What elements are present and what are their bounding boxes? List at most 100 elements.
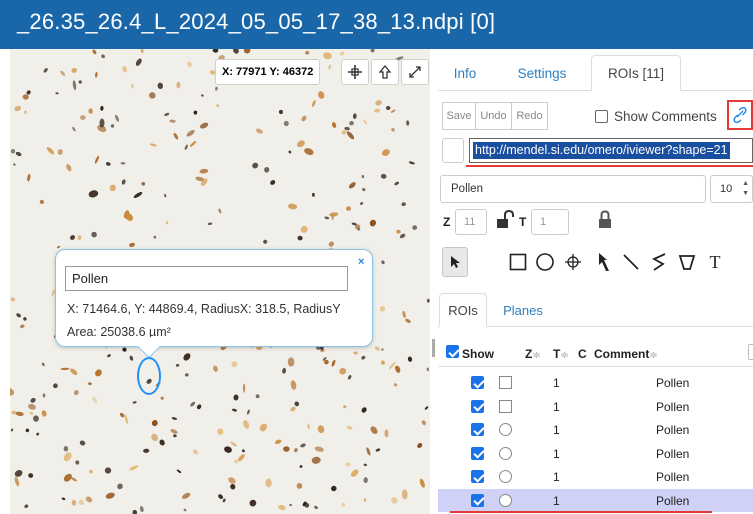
tissue-particle <box>164 112 170 117</box>
tissue-particle <box>419 478 425 488</box>
t-label: T <box>519 215 527 229</box>
crosshair-button[interactable] <box>341 59 369 85</box>
tissue-particle <box>282 367 287 374</box>
row-visible-checkbox[interactable] <box>471 376 484 389</box>
show-comments-toggle[interactable]: Show Comments <box>595 102 717 130</box>
subtab-rois[interactable]: ROIs <box>439 293 487 327</box>
tissue-particle <box>186 130 195 137</box>
copy-link-button[interactable] <box>727 100 753 130</box>
row-z: 1 <box>553 376 560 390</box>
row-visible-checkbox[interactable] <box>471 446 484 460</box>
tissue-particle <box>182 492 191 499</box>
show-all-checkbox[interactable] <box>446 345 459 361</box>
subtab-planes[interactable]: Planes <box>498 293 548 327</box>
window-title: _26.35_26.4_L_2024_05_05_17_38_13.ndpi [… <box>17 9 496 34</box>
url-row-checkbox[interactable] <box>442 138 464 163</box>
font-size-stepper[interactable]: 10 ▲ ▼ <box>710 175 753 203</box>
ellipse-tool[interactable] <box>532 247 558 277</box>
row-comment: Pollen <box>656 399 690 414</box>
tissue-particle <box>20 324 25 329</box>
tissue-particle <box>33 415 39 422</box>
tissue-particle <box>25 428 30 433</box>
t-lock-button[interactable] <box>597 209 613 236</box>
row-visible-checkbox[interactable] <box>471 399 484 413</box>
row-z: 1 <box>553 399 560 414</box>
z-plane-input[interactable]: 11 <box>455 209 487 235</box>
table-row[interactable]: 1 Pollen <box>438 395 753 419</box>
header-z[interactable]: Z≑ <box>525 347 541 361</box>
stepper-arrows[interactable]: ▲ ▼ <box>742 179 749 199</box>
arrow-tool[interactable] <box>591 247 617 277</box>
text-tool[interactable]: T <box>702 247 728 277</box>
show-comments-checkbox[interactable] <box>595 109 608 123</box>
tissue-particle <box>141 182 146 186</box>
tissue-particle <box>241 449 245 453</box>
tissue-particle <box>347 375 352 380</box>
row-visible-checkbox[interactable] <box>471 423 484 436</box>
row-visible-checkbox[interactable] <box>471 470 484 483</box>
tissue-particle <box>39 199 45 205</box>
splitter-grip[interactable] <box>432 339 435 357</box>
tissue-particle <box>361 407 367 413</box>
pointer-tool[interactable] <box>442 247 468 277</box>
tissue-particle <box>278 109 284 115</box>
line-tool[interactable] <box>618 247 644 277</box>
tab-rois[interactable]: ROIs [11] <box>591 55 681 91</box>
share-url-text[interactable]: http://mendel.si.edu/omero/iviewer?shape… <box>473 142 730 159</box>
panel-splitter[interactable] <box>430 49 438 514</box>
t-plane-input[interactable]: 1 <box>531 209 569 235</box>
undo-button[interactable]: Undo <box>475 102 512 130</box>
tissue-particle <box>95 71 98 78</box>
tissue-particle <box>10 297 16 302</box>
tissue-particle <box>61 497 66 501</box>
tissue-particle <box>160 396 164 400</box>
header-show[interactable]: Show <box>462 347 494 361</box>
tab-settings[interactable]: Settings <box>508 55 576 91</box>
point-tool[interactable] <box>560 247 586 277</box>
selected-roi-ellipse[interactable] <box>137 357 161 395</box>
tissue-particle <box>218 494 224 500</box>
image-viewer[interactable]: X: 77971 Y: 46372 × X: 71464.6, Y: 44869… <box>10 49 430 514</box>
roi-popup-text-input[interactable] <box>65 266 348 291</box>
header-comment[interactable]: Comment≑ <box>594 347 658 361</box>
tissue-particle <box>14 469 23 477</box>
tissue-particle <box>246 409 250 415</box>
rectangle-tool[interactable] <box>505 247 531 277</box>
tissue-particle <box>119 412 125 418</box>
z-unlock-button[interactable] <box>495 209 515 236</box>
table-row[interactable]: 1 Pollen <box>438 442 753 466</box>
tissue-particle <box>311 456 321 464</box>
right-panel: Info Settings ROIs [11] Save Undo Redo S… <box>438 49 753 514</box>
sort-icon: ≑ <box>560 350 569 361</box>
roi-text-input[interactable] <box>440 175 706 203</box>
tissue-particle <box>171 417 178 420</box>
tissue-particle <box>159 439 165 446</box>
tissue-particle <box>212 49 219 53</box>
fullscreen-button[interactable] <box>401 59 429 85</box>
table-row[interactable]: 1 Pollen <box>438 371 753 395</box>
tissue-particle <box>184 144 188 150</box>
tissue-particle <box>288 203 298 210</box>
header-c[interactable]: C <box>578 347 587 361</box>
header-t[interactable]: T≑ <box>553 347 569 361</box>
pointer-icon <box>451 256 460 268</box>
tissue-particle <box>296 483 303 489</box>
save-button[interactable]: Save <box>442 102 476 130</box>
upload-button[interactable] <box>371 59 399 85</box>
table-row-selected[interactable]: 1 Pollen <box>438 488 753 512</box>
redo-button[interactable]: Redo <box>511 102 548 130</box>
tissue-particle <box>329 212 339 217</box>
share-url-field[interactable]: http://mendel.si.edu/omero/iviewer?shape… <box>469 138 753 163</box>
popup-close-button[interactable]: × <box>358 256 364 268</box>
table-row[interactable]: 1 Pollen <box>438 465 753 489</box>
table-row[interactable]: 1 Pollen <box>438 418 753 442</box>
column-menu-button[interactable] <box>748 344 753 360</box>
row-visible-checkbox[interactable] <box>471 493 484 507</box>
tissue-particle <box>283 120 289 127</box>
tissue-particle <box>343 405 347 409</box>
polyline-tool[interactable] <box>646 247 672 277</box>
tissue-particle <box>60 70 66 76</box>
polygon-tool[interactable] <box>674 247 700 277</box>
tab-info[interactable]: Info <box>446 55 484 91</box>
tissue-particle <box>183 353 191 361</box>
